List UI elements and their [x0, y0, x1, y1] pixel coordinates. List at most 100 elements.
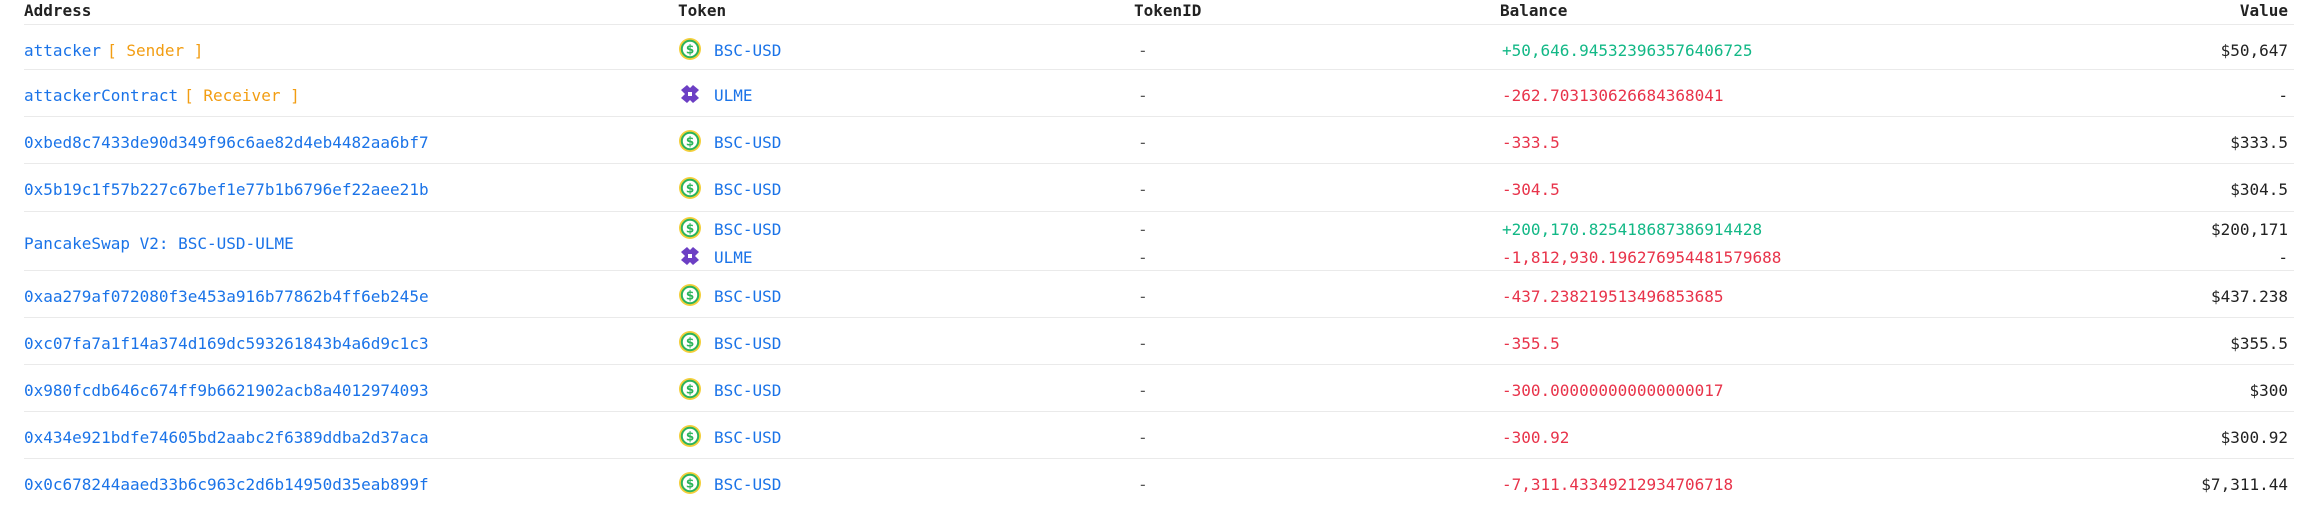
- token-link[interactable]: BSC-USD: [714, 287, 781, 307]
- address-link[interactable]: 0x980fcdb646c674ff9b6621902acb8a40129740…: [24, 381, 429, 400]
- usd-coin-icon: $: [678, 37, 702, 61]
- token-link[interactable]: ULME: [714, 86, 753, 106]
- token-cell[interactable]: $ BSC-USD: [678, 471, 781, 497]
- usd-coin-icon: $: [678, 176, 702, 200]
- svg-text:$: $: [686, 430, 694, 444]
- table-row: attacker [ Sender ] $ BSC-USD - +50,646.94532…: [0, 24, 2306, 72]
- token-cell[interactable]: $ BSC-USD: [678, 130, 781, 155]
- balance-change: -300.92: [1502, 428, 1570, 447]
- token-link[interactable]: BSC-USD: [714, 475, 781, 495]
- table-row: PancakeSwap V2: BSC-USD-ULME $ BSC-USD - +20…: [0, 211, 2306, 272]
- tokenid-cell: -: [1138, 287, 1148, 306]
- token-cell[interactable]: ULME: [678, 84, 753, 108]
- tokenid-cell: -: [1138, 248, 1148, 267]
- balance-change: -333.5: [1502, 133, 1560, 152]
- header-tokenid: TokenID: [1134, 1, 1202, 20]
- tokenid-cell: -: [1138, 475, 1148, 494]
- address-cell: 0x980fcdb646c674ff9b6621902acb8a40129740…: [24, 381, 429, 401]
- token-link[interactable]: BSC-USD: [714, 41, 781, 61]
- usd-value: $304.5: [2230, 180, 2288, 199]
- header-token: Token: [678, 1, 727, 20]
- usd-value: $200,171: [2210, 220, 2288, 239]
- usd-value: -: [2278, 248, 2288, 267]
- balance-change: -300.000000000000000017: [1502, 381, 1724, 400]
- usd-coin-icon: $: [678, 216, 702, 240]
- row-divider: [24, 270, 2294, 271]
- table-row: 0x5b19c1f57b227c67bef1e77b1b6796ef22aee2…: [0, 163, 2306, 211]
- address-cell: attackerContract [ Receiver ]: [24, 86, 300, 106]
- token-cell[interactable]: $ BSC-USD: [678, 330, 781, 356]
- token-cell[interactable]: $ BSC-USD: [678, 377, 781, 403]
- tokenid-cell: -: [1138, 428, 1148, 447]
- address-link[interactable]: attackerContract: [24, 86, 178, 105]
- address-link[interactable]: 0xaa279af072080f3e453a916b77862b4ff6eb24…: [24, 287, 429, 306]
- row-divider: [24, 163, 2294, 164]
- row-divider: [24, 364, 2294, 365]
- row-divider: [24, 24, 2294, 25]
- address-cell: 0x434e921bdfe74605bd2aabc2f6389ddba2d37a…: [24, 428, 429, 448]
- table-row: 0xaa279af072080f3e453a916b77862b4ff6eb24…: [0, 270, 2306, 318]
- address-cell: 0xbed8c7433de90d349f96c6ae82d4eb4482aa6b…: [24, 133, 429, 153]
- usd-value: -: [2278, 86, 2288, 105]
- address-link[interactable]: 0x0c678244aaed33b6c963c2d6b14950d35eab89…: [24, 475, 429, 494]
- balance-change: +200,170.825418687386914428: [1502, 220, 1763, 239]
- usd-value: $7,311.44: [2201, 475, 2288, 494]
- address-link[interactable]: 0xc07fa7a1f14a374d169dc593261843b4a6d9c1…: [24, 334, 429, 353]
- table-row: 0xc07fa7a1f14a374d169dc593261843b4a6d9c1…: [0, 317, 2306, 365]
- table-row: 0xbed8c7433de90d349f96c6ae82d4eb4482aa6b…: [0, 116, 2306, 164]
- balance-change: +50,646.945323963576406725: [1502, 41, 1753, 60]
- token-link[interactable]: BSC-USD: [714, 180, 781, 200]
- row-divider: [24, 69, 2294, 70]
- table-row: 0x434e921bdfe74605bd2aabc2f6389ddba2d37a…: [0, 411, 2306, 459]
- address-link[interactable]: 0x5b19c1f57b227c67bef1e77b1b6796ef22aee2…: [24, 180, 429, 199]
- table-row: attackerContract [ Receiver ] ULME - -262.70…: [0, 69, 2306, 117]
- table-row: 0x980fcdb646c674ff9b6621902acb8a40129740…: [0, 364, 2306, 412]
- usd-value: $300: [2249, 381, 2288, 400]
- usd-value: $333.5: [2230, 133, 2288, 152]
- usd-value: $300.92: [2220, 428, 2288, 447]
- token-cell[interactable]: $ BSC-USD: [678, 37, 781, 63]
- address-cell: attacker [ Sender ]: [24, 41, 203, 61]
- address-link[interactable]: attacker: [24, 41, 101, 60]
- ulme-token-icon: [678, 244, 702, 268]
- address-cell: 0xc07fa7a1f14a374d169dc593261843b4a6d9c1…: [24, 334, 429, 354]
- token-cell[interactable]: $ BSC-USD: [678, 425, 781, 450]
- balance-change: -1,812,930.196276954481579688: [1502, 248, 1782, 267]
- tokenid-cell: -: [1138, 86, 1148, 105]
- svg-text:$: $: [686, 43, 694, 57]
- usd-coin-icon: $: [678, 471, 702, 495]
- address-role-tag: [ Receiver ]: [184, 86, 300, 105]
- header-address: Address: [24, 1, 92, 20]
- address-link[interactable]: 0xbed8c7433de90d349f96c6ae82d4eb4482aa6b…: [24, 133, 429, 152]
- address-role-tag: [ Sender ]: [107, 41, 204, 60]
- row-divider: [24, 411, 2294, 412]
- token-link[interactable]: BSC-USD: [714, 220, 781, 240]
- svg-text:$: $: [686, 477, 694, 491]
- svg-text:$: $: [686, 383, 694, 397]
- token-cell[interactable]: ULME: [678, 246, 753, 270]
- token-link[interactable]: BSC-USD: [714, 133, 781, 153]
- balance-change: -437.238219513496853685: [1502, 287, 1724, 306]
- usd-coin-icon: $: [678, 330, 702, 354]
- token-link[interactable]: BSC-USD: [714, 381, 781, 401]
- table-row: 0x0c678244aaed33b6c963c2d6b14950d35eab89…: [0, 458, 2306, 506]
- header-balance: Balance: [1500, 1, 1568, 20]
- usd-coin-icon: $: [678, 377, 702, 401]
- token-cell[interactable]: $ BSC-USD: [678, 284, 781, 309]
- balance-change: -7,311.43349212934706718: [1502, 475, 1734, 494]
- ulme-token-icon: [678, 82, 702, 106]
- token-link[interactable]: BSC-USD: [714, 428, 781, 448]
- token-cell[interactable]: $ BSC-USD: [678, 216, 781, 242]
- token-cell[interactable]: $ BSC-USD: [678, 176, 781, 202]
- tokenid-cell: -: [1138, 41, 1148, 60]
- tokenid-cell: -: [1138, 334, 1148, 353]
- tokenid-cell: -: [1138, 180, 1148, 199]
- row-divider: [24, 116, 2294, 117]
- token-link[interactable]: BSC-USD: [714, 334, 781, 354]
- address-cell: 0x0c678244aaed33b6c963c2d6b14950d35eab89…: [24, 475, 429, 495]
- address-link[interactable]: PancakeSwap V2: BSC-USD-ULME: [24, 234, 294, 253]
- token-link[interactable]: ULME: [714, 248, 753, 268]
- address-link[interactable]: 0x434e921bdfe74605bd2aabc2f6389ddba2d37a…: [24, 428, 429, 447]
- address-cell: 0x5b19c1f57b227c67bef1e77b1b6796ef22aee2…: [24, 180, 429, 200]
- table-header: Address Token TokenID Balance Value: [0, 0, 2306, 24]
